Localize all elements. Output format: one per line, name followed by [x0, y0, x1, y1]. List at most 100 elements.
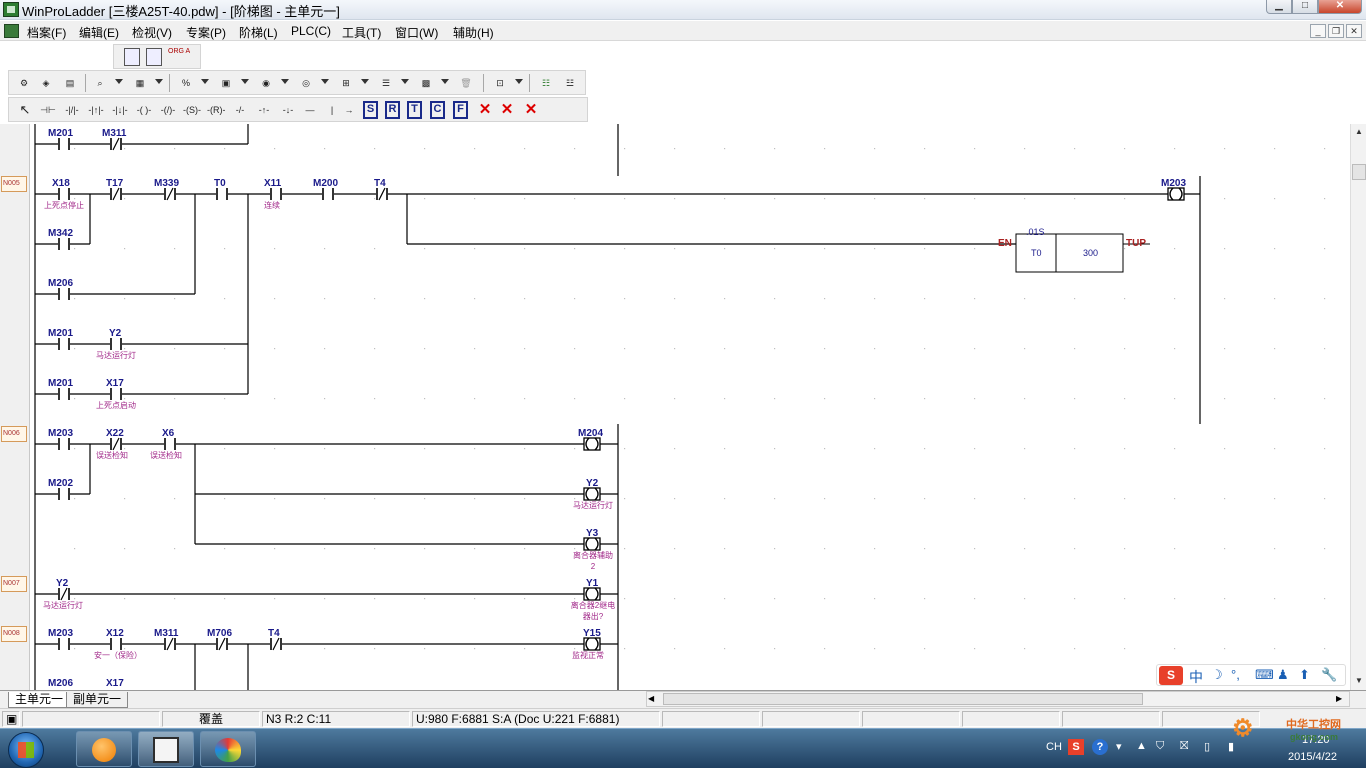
- ladder-view-icon[interactable]: ☷: [537, 74, 555, 92]
- coil-symbol[interactable]: [583, 487, 601, 501]
- dropdown-arrow-icon[interactable]: [115, 79, 123, 84]
- chinese-mode-icon[interactable]: 中: [1189, 667, 1203, 687]
- contact-up-icon[interactable]: -|↑|-: [87, 101, 105, 119]
- coil-reset-icon[interactable]: -(R)-: [207, 101, 225, 119]
- coil-icon[interactable]: -( )-: [135, 101, 153, 119]
- sogou-tray-icon[interactable]: S: [1068, 739, 1084, 755]
- contact-no-symbol[interactable]: [110, 388, 122, 400]
- delete-icon[interactable]: ✕: [477, 101, 493, 119]
- function-button[interactable]: F: [453, 101, 468, 119]
- wrench-icon[interactable]: 🔧: [1321, 667, 1337, 683]
- rung-label[interactable]: N005: [1, 176, 27, 192]
- list-icon[interactable]: ☰: [377, 74, 395, 92]
- menu-edit[interactable]: 编辑(E): [79, 24, 119, 41]
- reset-button[interactable]: R: [385, 101, 400, 119]
- table-icon[interactable]: ▦: [131, 74, 149, 92]
- menu-view[interactable]: 检视(V): [132, 24, 172, 41]
- tab-sub-unit[interactable]: 副单元一: [66, 692, 129, 708]
- org-and-button[interactable]: ORG AND: [168, 48, 190, 66]
- scroll-left-icon[interactable]: ◀: [648, 692, 660, 706]
- contact-nc-symbol[interactable]: [110, 187, 122, 201]
- coil-inverse-icon[interactable]: -(/)-: [159, 101, 177, 119]
- rung-label[interactable]: N007: [1, 576, 27, 592]
- pulse-up-icon[interactable]: -↑-: [255, 101, 273, 119]
- contact-nc-symbol[interactable]: [164, 637, 176, 651]
- menu-tools[interactable]: 工具(T): [342, 24, 381, 41]
- horizontal-line-icon[interactable]: —: [301, 101, 319, 119]
- contact-nc-symbol[interactable]: [216, 637, 228, 651]
- network-icon[interactable]: ◉: [257, 74, 275, 92]
- mdi-restore-button[interactable]: ❐: [1328, 24, 1344, 38]
- contact-a-icon[interactable]: ⊣⊢: [39, 101, 57, 119]
- invert-icon[interactable]: -/-: [231, 101, 249, 119]
- scroll-thumb[interactable]: [663, 693, 1143, 705]
- coil-symbol[interactable]: [583, 537, 601, 551]
- language-indicator[interactable]: CH: [1046, 741, 1062, 753]
- delete-column-icon[interactable]: ✕: [523, 101, 539, 119]
- help-icon[interactable]: ?: [1092, 739, 1108, 755]
- tray-options-icon[interactable]: ▾: [1116, 740, 1122, 753]
- punctuation-icon[interactable]: °,: [1231, 667, 1240, 682]
- scroll-up-icon[interactable]: ▲: [1352, 125, 1366, 139]
- minimize-button[interactable]: ▁: [1266, 0, 1292, 14]
- contact-no-symbol[interactable]: [58, 138, 70, 150]
- ime-toolbar[interactable]: S 中 ☽ °, ⌨ ♟ ⬆ 🔧: [1156, 664, 1346, 686]
- coil-symbol[interactable]: [1167, 187, 1185, 201]
- contact-nc-symbol[interactable]: [164, 187, 176, 201]
- arrow-line-icon[interactable]: →: [341, 101, 357, 119]
- dropdown-arrow-icon[interactable]: [515, 79, 523, 84]
- dropdown-arrow-icon[interactable]: [155, 79, 163, 84]
- contact-no-symbol[interactable]: [216, 188, 228, 200]
- timer-button[interactable]: T: [407, 101, 422, 119]
- dropdown-arrow-icon[interactable]: [321, 79, 329, 84]
- vertical-line-icon[interactable]: |: [325, 101, 339, 119]
- app-icon[interactable]: [3, 2, 19, 17]
- contact-no-symbol[interactable]: [58, 438, 70, 450]
- register-icon[interactable]: ▣: [217, 74, 235, 92]
- menu-project[interactable]: 专案(P): [186, 24, 226, 41]
- user-icon[interactable]: ♟: [1277, 667, 1289, 683]
- coil-symbol[interactable]: [583, 637, 601, 651]
- contact-no-symbol[interactable]: [58, 638, 70, 650]
- contact-nc-symbol[interactable]: [110, 437, 122, 451]
- project-icon[interactable]: [124, 48, 140, 66]
- contact-no-symbol[interactable]: [58, 388, 70, 400]
- usb-icon[interactable]: ▯: [1204, 740, 1210, 753]
- dropdown-arrow-icon[interactable]: [361, 79, 369, 84]
- contact-no-symbol[interactable]: [110, 638, 122, 650]
- menu-window[interactable]: 窗口(W): [395, 24, 438, 41]
- taskbar-app-paint[interactable]: [200, 731, 256, 767]
- mdi-minimize-button[interactable]: _: [1310, 24, 1326, 38]
- tab-main-unit[interactable]: 主单元一: [8, 692, 71, 708]
- network-icon[interactable]: ⛝: [1180, 740, 1188, 753]
- rung-label[interactable]: N008: [1, 626, 27, 642]
- plc-run-icon[interactable]: ▩: [417, 74, 435, 92]
- upload-icon[interactable]: ⬆: [1299, 667, 1310, 683]
- contact-nc-symbol[interactable]: [270, 637, 282, 651]
- contact-b-icon[interactable]: -|/|-: [63, 101, 81, 119]
- start-button[interactable]: [8, 732, 44, 768]
- ladder-editor[interactable]: N005 N006 N007 N008 M201 M311 X18 T17 M3…: [0, 124, 1350, 690]
- contact-no-symbol[interactable]: [58, 188, 70, 200]
- dropdown-arrow-icon[interactable]: [401, 79, 409, 84]
- shield-icon[interactable]: ⛉: [1156, 740, 1164, 753]
- scroll-down-icon[interactable]: ▼: [1352, 674, 1366, 688]
- compile-icon[interactable]: ⚙: [15, 74, 33, 92]
- document-icon[interactable]: [4, 24, 19, 38]
- contact-nc-symbol[interactable]: [376, 187, 388, 201]
- menu-ladder[interactable]: 阶梯(L): [239, 24, 278, 41]
- percent-icon[interactable]: %: [177, 74, 195, 92]
- show-hidden-icons[interactable]: ▲: [1136, 740, 1147, 752]
- scroll-thumb[interactable]: [1352, 164, 1366, 180]
- zoom-icon[interactable]: ⊡: [491, 74, 509, 92]
- coil-symbol[interactable]: [583, 587, 601, 601]
- contact-no-symbol[interactable]: [270, 188, 282, 200]
- contact-no-symbol[interactable]: [58, 288, 70, 300]
- dropdown-arrow-icon[interactable]: [201, 79, 209, 84]
- dropdown-arrow-icon[interactable]: [241, 79, 249, 84]
- monitor-icon[interactable]: [146, 48, 162, 66]
- contact-down-icon[interactable]: -|↓|-: [111, 101, 129, 119]
- taskbar-app-winproladder[interactable]: [138, 731, 194, 767]
- trash-icon[interactable]: 🗑: [457, 74, 475, 92]
- menu-file[interactable]: 档案(F): [27, 24, 66, 41]
